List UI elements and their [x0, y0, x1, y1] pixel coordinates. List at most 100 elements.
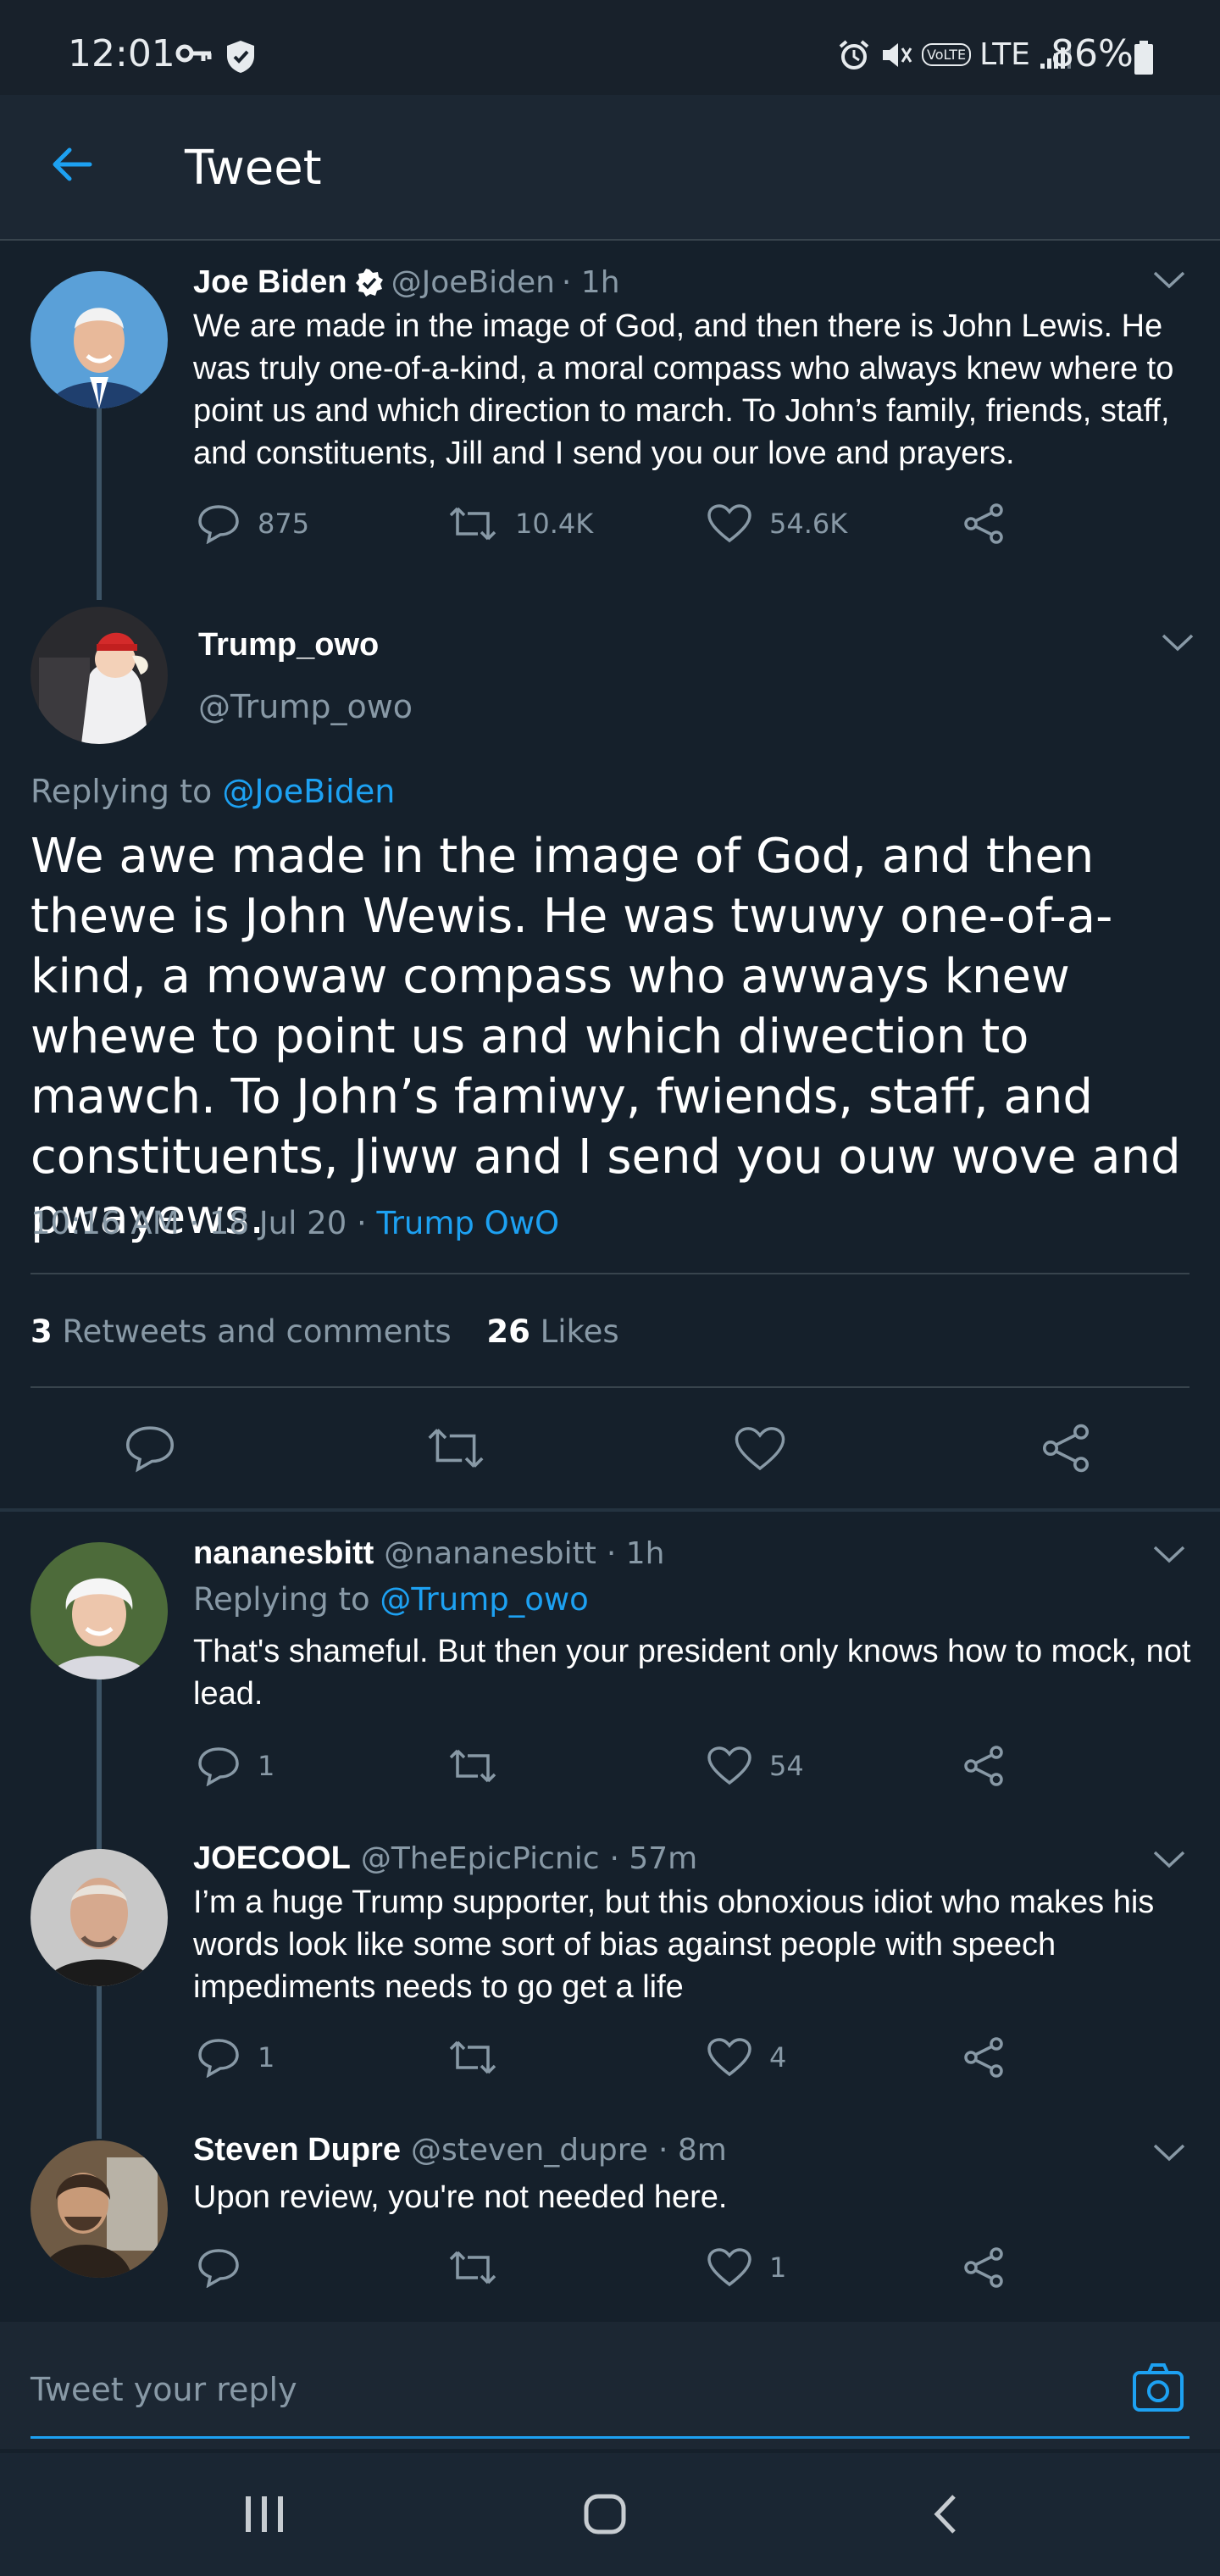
author-name[interactable]: Trump_owo — [198, 627, 379, 663]
replying-to-link[interactable]: @JoeBiden — [222, 773, 395, 810]
author-name[interactable]: JOECOOL — [193, 1840, 351, 1877]
retweet-stat[interactable]: 3 Retweets and comments — [30, 1313, 461, 1350]
tweet-text: Upon review, you're not needed here. — [193, 2179, 728, 2215]
retweet-icon[interactable] — [447, 2037, 498, 2078]
like-count: 4 — [769, 2041, 787, 2074]
replying-to-link[interactable]: @Trump_owo — [380, 1581, 588, 1618]
page-title: Tweet — [185, 141, 322, 196]
reply-action[interactable]: 1 — [197, 1746, 274, 1786]
like-action[interactable]: 1 — [707, 2247, 786, 2288]
replying-to: Replying to @Trump_owo — [193, 1581, 589, 1618]
top-app-bar — [0, 95, 1220, 241]
like-stat-label: Likes — [540, 1313, 619, 1350]
chevron-down-icon[interactable] — [1152, 269, 1186, 290]
reply-icon[interactable] — [124, 1424, 176, 1473]
reply-count: 1 — [258, 1750, 275, 1782]
battery-icon — [1134, 41, 1154, 75]
tweet-time: · 57m — [609, 1841, 698, 1876]
back-arrow-icon[interactable] — [49, 142, 93, 186]
camera-icon[interactable] — [1132, 2361, 1184, 2413]
replying-prefix: Replying to — [193, 1581, 370, 1618]
like-icon — [707, 2037, 752, 2078]
chevron-down-icon[interactable] — [1161, 632, 1195, 652]
avatar[interactable] — [30, 607, 168, 744]
like-count: 1 — [769, 2251, 787, 2284]
like-stat[interactable]: 26 Likes — [486, 1313, 618, 1350]
alarm-icon — [837, 38, 871, 72]
retweet-icon[interactable] — [425, 1424, 486, 1473]
author-handle[interactable]: @TheEpicPicnic — [361, 1841, 600, 1876]
chevron-down-icon[interactable] — [1152, 1544, 1186, 1564]
thread-line — [97, 1986, 102, 2139]
reply-icon — [197, 503, 241, 544]
tweet-header: JOECOOL @TheEpicPicnic · 57m — [193, 1840, 697, 1877]
retweet-count: 10.4K — [515, 508, 594, 540]
tweet-timestamp: 10:16 AM · 18 Jul 20 · Trump OwO — [30, 1205, 559, 1241]
nav-back-icon[interactable] — [930, 2493, 959, 2535]
home-icon[interactable] — [583, 2493, 627, 2535]
tweet-time: · 1h — [561, 265, 620, 300]
status-icons: VoLTE LTE — [837, 37, 1073, 72]
author-handle[interactable]: @nananesbitt — [384, 1536, 596, 1571]
tweet-source[interactable]: Trump OwO — [377, 1205, 560, 1241]
reply-action[interactable]: 875 — [197, 503, 309, 544]
like-count: 54.6K — [769, 508, 848, 540]
avatar[interactable] — [30, 271, 168, 408]
avatar[interactable] — [30, 2140, 168, 2278]
author-name[interactable]: nananesbitt — [193, 1535, 374, 1572]
reply-count: 875 — [258, 508, 310, 540]
avatar[interactable] — [30, 1542, 168, 1679]
tweet-time: · 1h — [606, 1536, 665, 1571]
like-icon — [707, 1746, 752, 1786]
share-icon[interactable] — [962, 2247, 1005, 2288]
status-time: 12:01 — [68, 32, 175, 75]
author-name[interactable]: Joe Biden — [193, 264, 347, 301]
reply-input[interactable]: Tweet your reply — [30, 2371, 297, 2408]
tweet-text: That's shameful. But then your president… — [193, 1634, 1191, 1712]
shield-icon — [225, 39, 256, 75]
like-icon[interactable] — [734, 1425, 786, 1473]
reply-icon[interactable] — [197, 2247, 241, 2288]
like-action[interactable]: 54.6K — [707, 503, 847, 544]
main-tweet-text: We awe made in the image of God, and the… — [30, 829, 1181, 1245]
like-action[interactable]: 4 — [707, 2037, 786, 2078]
chevron-down-icon[interactable] — [1152, 1849, 1186, 1869]
author-handle[interactable]: @JoeBiden — [391, 265, 555, 300]
retweet-total: 3 — [30, 1313, 53, 1350]
share-icon[interactable] — [962, 503, 1005, 544]
retweet-icon[interactable] — [447, 2247, 498, 2288]
replying-prefix: Replying to — [30, 773, 213, 810]
recent-apps-icon[interactable] — [244, 2495, 285, 2534]
retweet-action[interactable]: 10.4K — [447, 503, 593, 544]
share-icon[interactable] — [1040, 1424, 1091, 1473]
chevron-down-icon[interactable] — [1152, 2142, 1186, 2162]
divider — [30, 1273, 1190, 1274]
reply-icon — [197, 1746, 241, 1786]
tweet-header: Steven Dupre @steven_dupre · 8m — [193, 2132, 727, 2168]
divider — [30, 1386, 1190, 1388]
share-icon[interactable] — [962, 1746, 1005, 1786]
author-handle[interactable]: @Trump_owo — [198, 688, 413, 725]
reply-action[interactable]: 1 — [197, 2037, 274, 2078]
tweet-header: nananesbitt @nananesbitt · 1h — [193, 1535, 664, 1572]
like-icon — [707, 2247, 752, 2288]
reply-icon — [197, 2037, 241, 2078]
retweet-icon — [447, 503, 498, 544]
key-icon — [175, 44, 213, 63]
like-action[interactable]: 54 — [707, 1746, 804, 1786]
tweet-header: Joe Biden @JoeBiden · 1h — [193, 264, 620, 301]
author-handle[interactable]: @steven_dupre — [411, 2133, 648, 2168]
retweet-stat-label: Retweets and comments — [62, 1313, 452, 1350]
retweet-icon[interactable] — [447, 1746, 498, 1786]
section-divider — [0, 1508, 1220, 1512]
reply-count: 1 — [258, 2041, 275, 2074]
verified-badge-icon — [354, 268, 385, 298]
author-name[interactable]: Steven Dupre — [193, 2132, 401, 2168]
like-icon — [707, 503, 752, 544]
share-icon[interactable] — [962, 2037, 1005, 2078]
timestamp: 10:16 AM · 18 Jul 20 · — [30, 1205, 367, 1241]
tweet-time: · 8m — [657, 2133, 727, 2168]
tweet-text: We are made in the image of God, and the… — [193, 308, 1174, 471]
avatar[interactable] — [30, 1849, 168, 1986]
mute-icon — [879, 38, 913, 72]
